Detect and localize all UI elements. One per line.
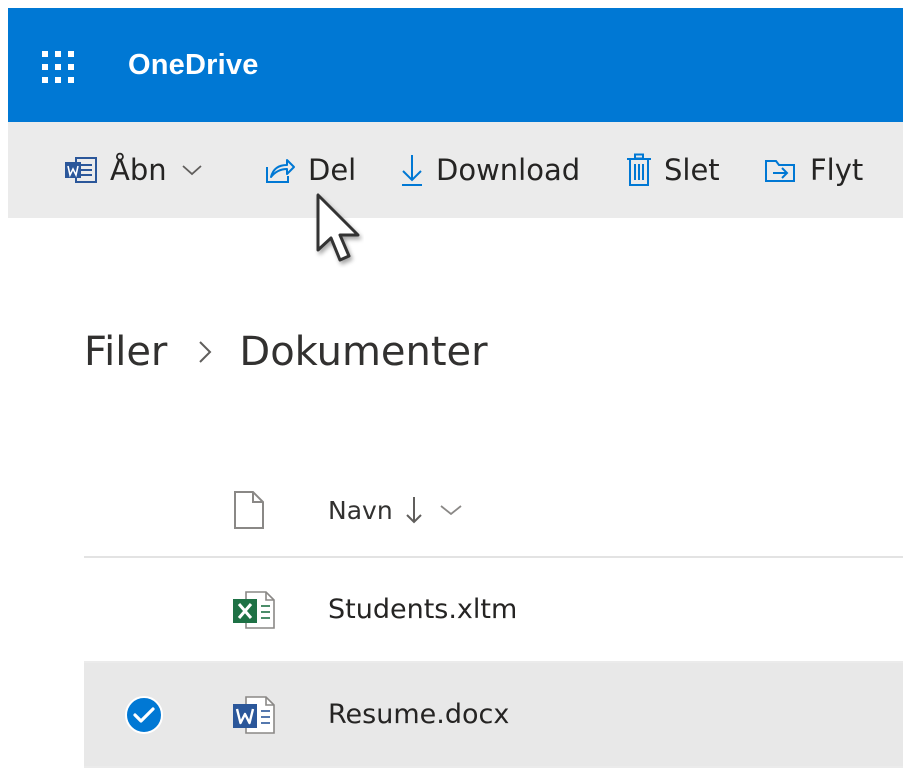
share-icon: [266, 159, 295, 183]
chevron-down-icon[interactable]: [181, 163, 203, 177]
document-icon: [234, 491, 264, 529]
delete-label: Slet: [664, 153, 720, 187]
file-icon-cell: [232, 663, 276, 766]
name-column-label: Navn: [328, 495, 393, 525]
command-bar: Åbn Del Download Slet Flyt: [8, 122, 903, 218]
list-header: Navn: [84, 464, 903, 558]
word-open-icon: [65, 157, 97, 183]
breadcrumb-current: Dokumenter: [239, 329, 488, 375]
chevron-down-icon[interactable]: [439, 503, 463, 517]
download-icon: [402, 155, 422, 186]
move-icon: [765, 160, 795, 182]
trash-icon: [627, 153, 651, 186]
open-label: Åbn: [110, 153, 167, 187]
breadcrumb-root[interactable]: Filer: [84, 329, 167, 375]
word-file-icon: [233, 695, 275, 734]
suite-bar: OneDrive: [8, 8, 903, 122]
file-type-column-header[interactable]: [232, 464, 266, 556]
checkmark-circle-icon: [125, 695, 163, 734]
download-button[interactable]: Download: [400, 122, 580, 218]
chevron-right-icon: [199, 341, 212, 363]
name-column-header[interactable]: Navn: [328, 464, 463, 556]
share-label: Del: [308, 153, 357, 187]
file-name[interactable]: Resume.docx: [328, 663, 509, 766]
move-button[interactable]: Flyt: [764, 122, 863, 218]
download-label: Download: [436, 153, 581, 187]
excel-file-icon: [233, 590, 275, 629]
row-checkbox[interactable]: [124, 663, 164, 766]
file-icon-cell: [232, 558, 276, 661]
file-list: Navn Students.xltm Resume.docx: [84, 464, 903, 768]
list-item-selected[interactable]: Resume.docx: [84, 663, 903, 768]
file-name[interactable]: Students.xltm: [328, 558, 517, 661]
share-button[interactable]: Del: [264, 122, 356, 218]
breadcrumb: Filer Dokumenter: [84, 320, 488, 384]
open-button[interactable]: Åbn: [64, 122, 203, 218]
sort-descending-icon: [405, 497, 422, 524]
app-title[interactable]: OneDrive: [128, 8, 259, 122]
list-item[interactable]: Students.xltm: [84, 558, 903, 663]
delete-button[interactable]: Slet: [626, 122, 720, 218]
app-launcher-icon[interactable]: [38, 47, 78, 87]
move-label: Flyt: [810, 153, 864, 187]
onedrive-app: OneDrive Åbn Del Download Slet Flyt File…: [8, 8, 903, 777]
